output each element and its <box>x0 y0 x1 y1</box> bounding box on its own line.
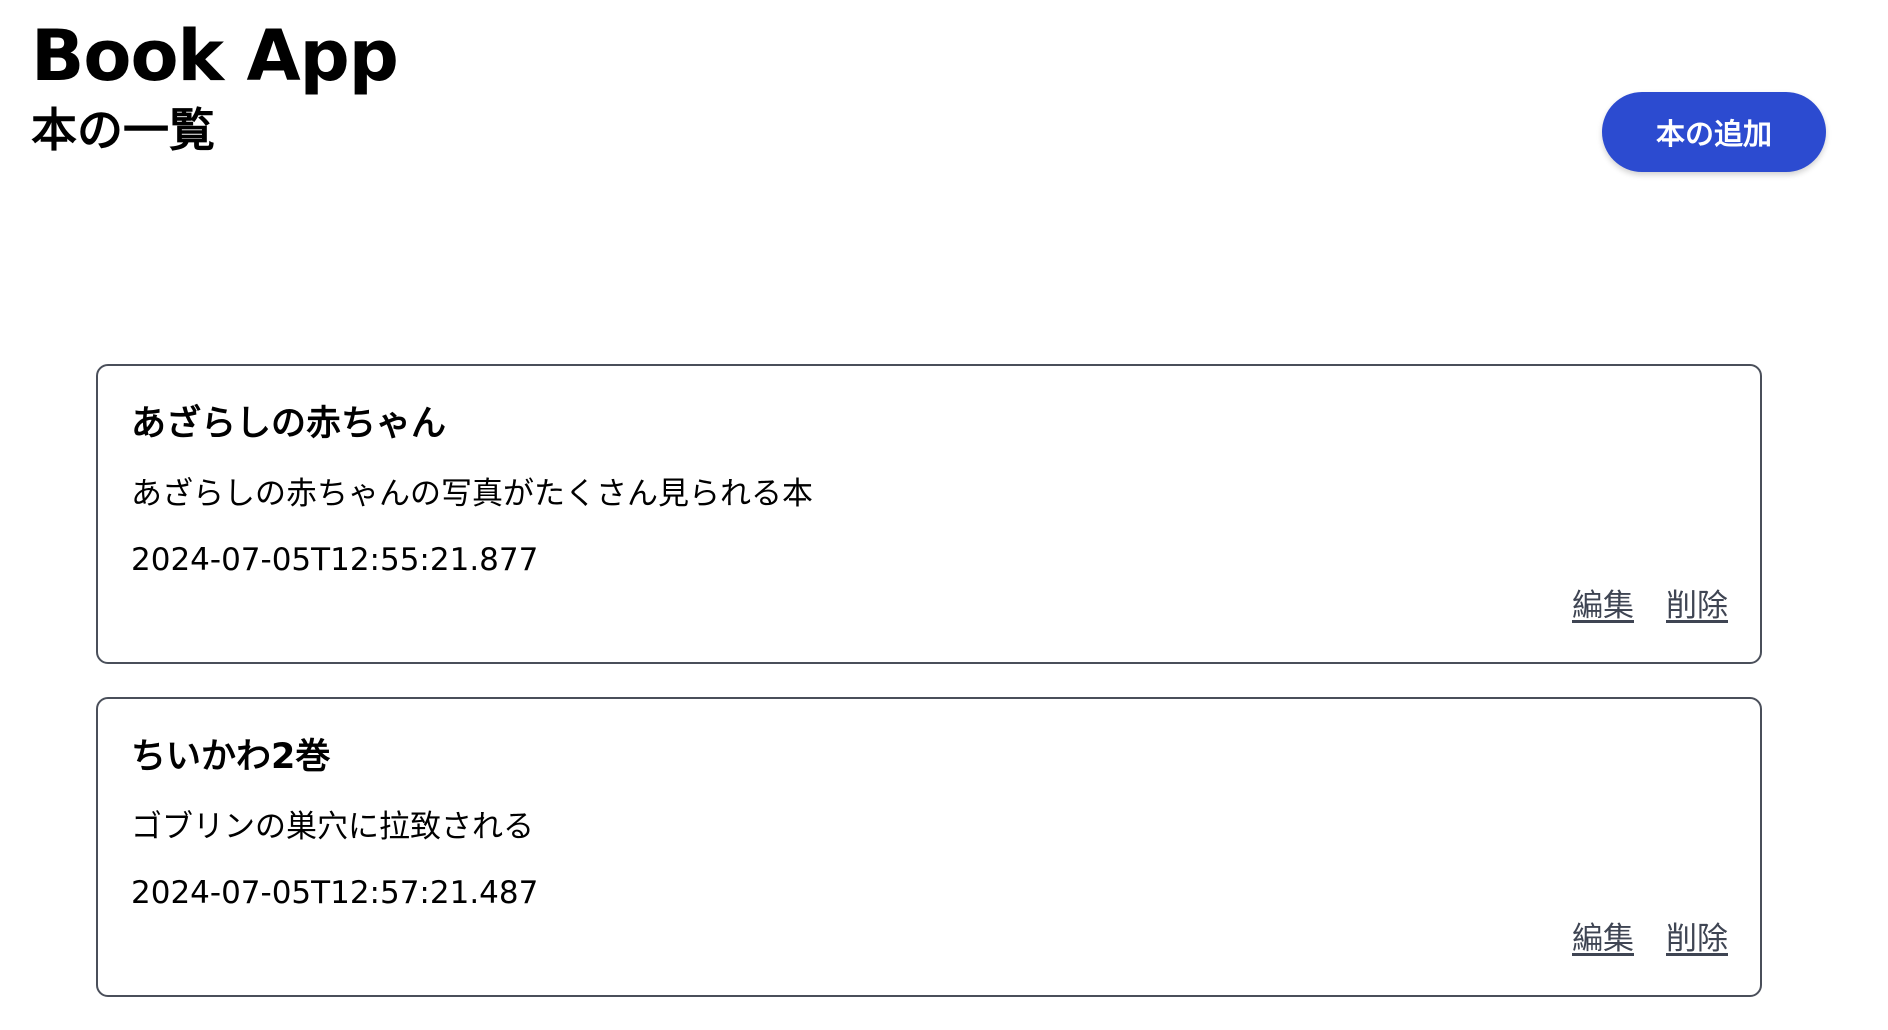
book-date: 2024-07-05T12:57:21.487 <box>131 875 539 911</box>
book-title: あざらしの赤ちゃん <box>131 404 447 444</box>
edit-link[interactable]: 編集 <box>1572 586 1634 626</box>
book-card: ちいかわ2巻 ゴブリンの巣穴に拉致される 2024-07-05T12:57:21… <box>96 697 1762 997</box>
app-title: Book App <box>31 15 399 97</box>
book-card: あざらしの赤ちゃん あざらしの赤ちゃんの写真がたくさん見られる本 2024-07… <box>96 364 1762 664</box>
delete-link[interactable]: 削除 <box>1666 586 1728 626</box>
page-title: 本の一覧 <box>31 103 215 157</box>
add-book-button[interactable]: 本の追加 <box>1602 92 1826 172</box>
delete-link[interactable]: 削除 <box>1666 919 1728 959</box>
book-list: あざらしの赤ちゃん あざらしの赤ちゃんの写真がたくさん見られる本 2024-07… <box>96 364 1762 1030</box>
book-description: ゴブリンの巣穴に拉致される <box>131 809 534 845</box>
book-date: 2024-07-05T12:55:21.877 <box>131 542 539 578</box>
book-description: あざらしの赤ちゃんの写真がたくさん見られる本 <box>131 476 813 512</box>
book-actions: 編集 削除 <box>1572 586 1728 626</box>
edit-link[interactable]: 編集 <box>1572 919 1634 959</box>
book-actions: 編集 削除 <box>1572 919 1728 959</box>
book-title: ちいかわ2巻 <box>131 737 331 777</box>
